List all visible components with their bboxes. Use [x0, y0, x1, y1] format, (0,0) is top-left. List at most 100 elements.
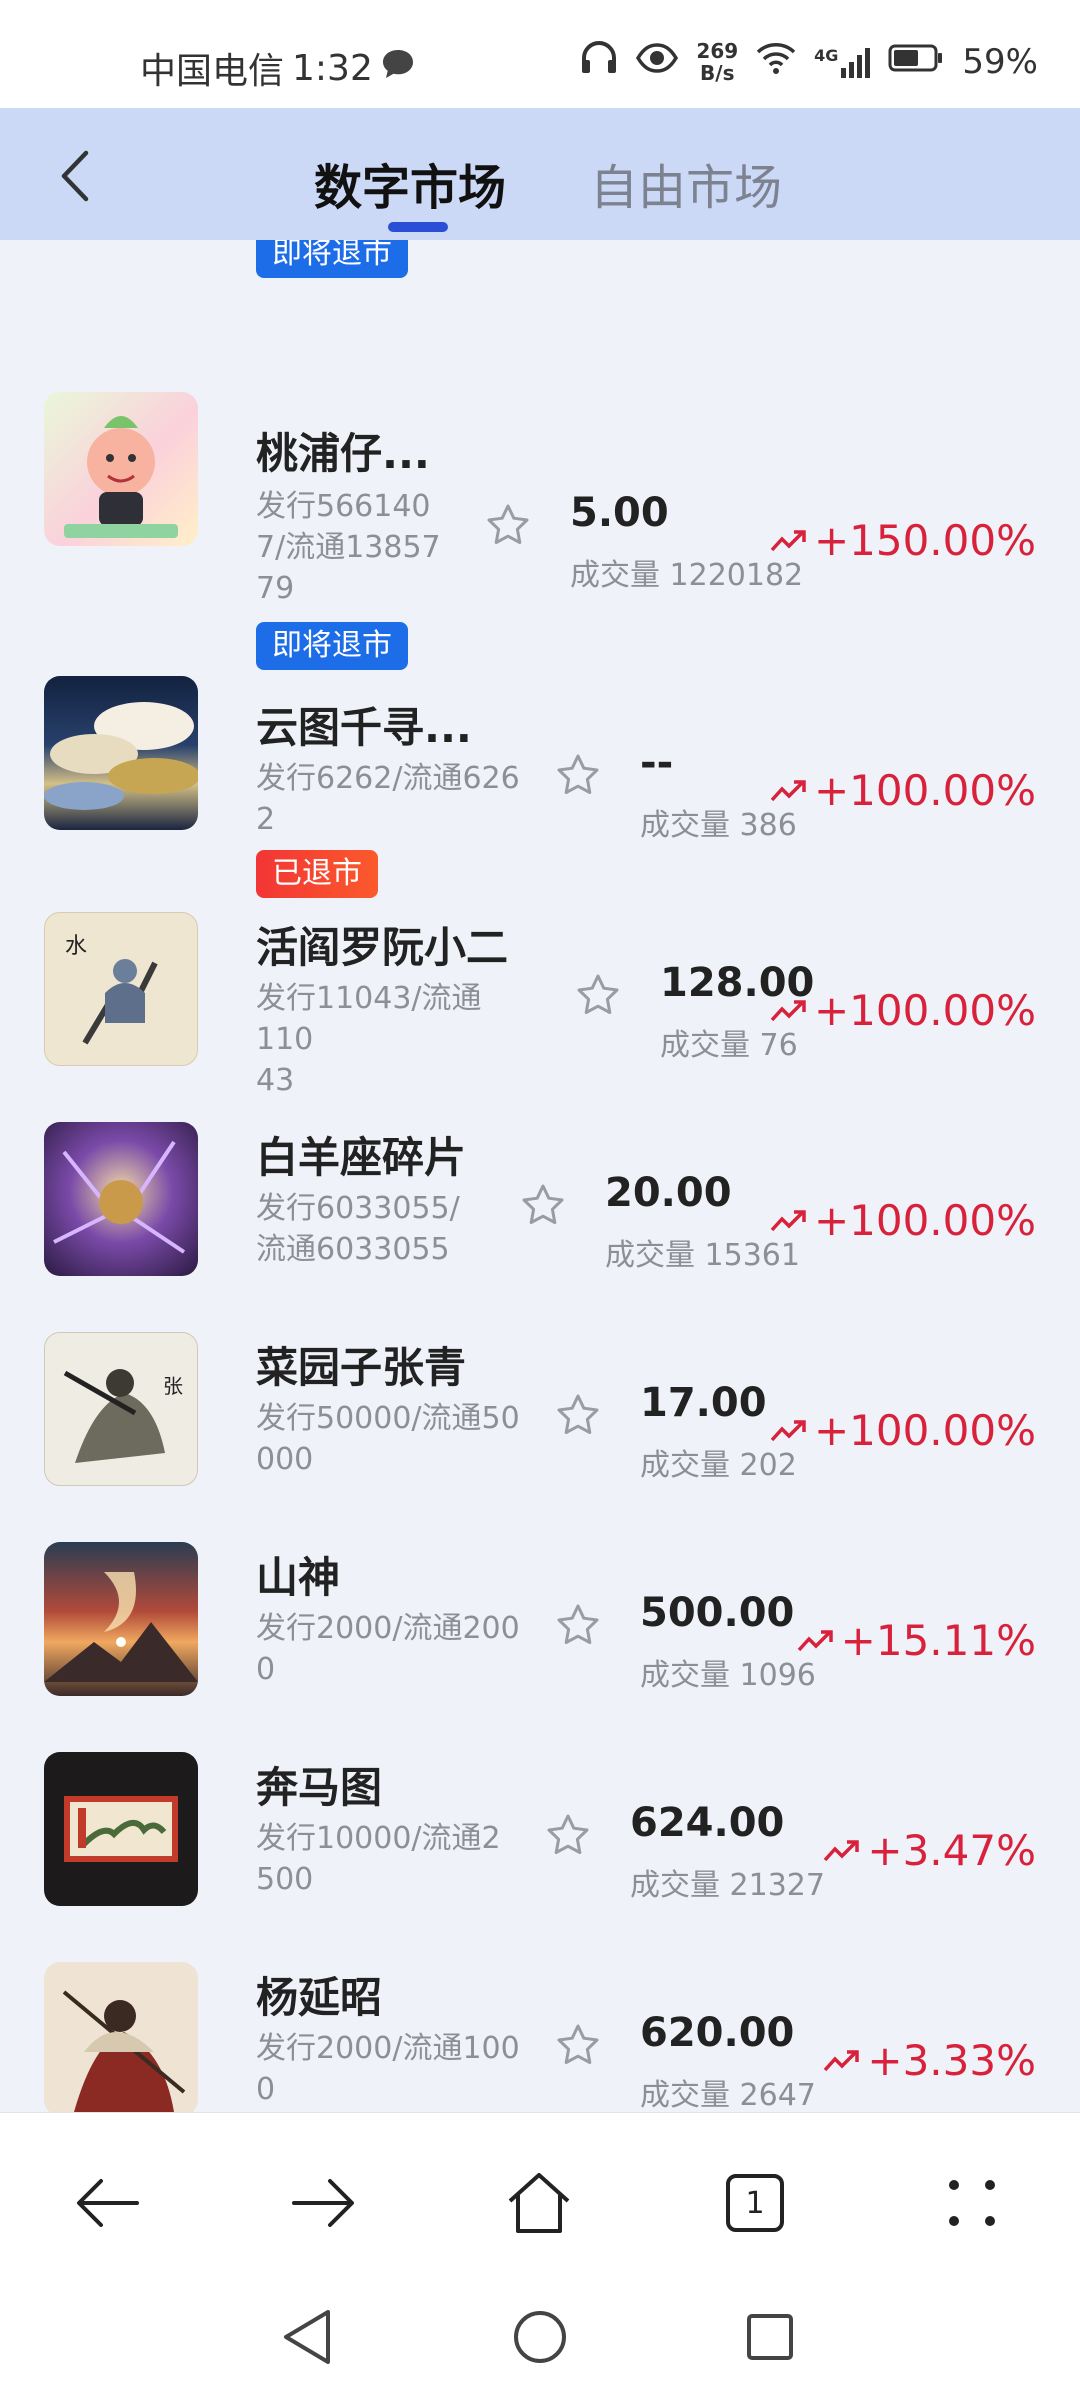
- item-change: +100.00%: [770, 1406, 1036, 1455]
- more-dots-icon: [949, 2180, 995, 2226]
- battery-level: 59%: [962, 42, 1038, 82]
- arrow-right-icon: [292, 2179, 354, 2227]
- wifi-icon: [756, 42, 796, 83]
- change-value: +100.00%: [813, 986, 1036, 1035]
- list-item[interactable]: 奔马图 发行10000/流通2 500 624.00 成交量 21327 +3.…: [0, 1716, 1080, 1926]
- system-back-button[interactable]: [272, 2302, 342, 2372]
- item-volume: 成交量 1096: [640, 1658, 816, 1693]
- home-icon: [508, 2173, 570, 2233]
- item-thumbnail: [44, 1962, 198, 2112]
- carrier-label: 中国电信: [140, 51, 285, 92]
- network-type: 4G: [814, 46, 839, 65]
- star-icon[interactable]: [555, 1392, 601, 1438]
- item-price: --: [640, 740, 674, 786]
- star-icon[interactable]: [555, 1602, 601, 1648]
- browser-home-button[interactable]: [499, 2163, 579, 2243]
- star-icon[interactable]: [545, 1812, 591, 1858]
- item-price: 17.00: [640, 1380, 767, 1426]
- star-icon[interactable]: [575, 972, 621, 1018]
- item-name: 云图千寻...: [256, 703, 472, 752]
- item-change: +100.00%: [770, 986, 1036, 1035]
- tab-digital-market[interactable]: 数字市场: [314, 148, 506, 218]
- list-item[interactable]: 白羊座碎片 发行6033055/ 流通6033055 20.00 成交量 153…: [0, 1086, 1080, 1296]
- item-thumbnail: [44, 392, 198, 546]
- star-icon[interactable]: [555, 752, 601, 798]
- tab-indicator: [388, 222, 448, 232]
- item-price: 624.00: [630, 1800, 785, 1846]
- square-recents-icon: [747, 2314, 793, 2360]
- battery-icon: [888, 42, 944, 82]
- trend-up-icon: [824, 2049, 860, 2071]
- item-thumbnail: [44, 1542, 198, 1696]
- browser-tabs-button[interactable]: 1: [715, 2163, 795, 2243]
- item-change: +150.00%: [770, 516, 1036, 565]
- system-navigation: [0, 2282, 1080, 2400]
- item-volume: 成交量 21327: [630, 1868, 825, 1903]
- trend-up-icon: [770, 529, 806, 551]
- item-price: 620.00: [640, 2010, 795, 2056]
- top-nav: 数字市场 自由市场: [0, 108, 1080, 240]
- headphones-icon: [580, 40, 618, 84]
- trend-up-icon: [770, 779, 806, 801]
- item-change: +100.00%: [770, 766, 1036, 815]
- eye-icon: [636, 42, 679, 82]
- circle-home-icon: [514, 2311, 566, 2363]
- list-item[interactable]: 杨延昭 发行2000/流通100 0 620.00 成交量 2647 +3.33…: [0, 1926, 1080, 2112]
- item-issue: 发行10000/流通2 500: [256, 1821, 501, 1897]
- tabs-count-icon: 1: [726, 2174, 784, 2232]
- change-value: +100.00%: [813, 1196, 1036, 1245]
- item-issue: 发行6262/流通626 2: [256, 761, 520, 837]
- svg-text:张: 张: [163, 1374, 183, 1398]
- tab-count: 1: [745, 2185, 765, 2221]
- browser-forward-button[interactable]: [283, 2163, 363, 2243]
- item-thumbnail: [44, 676, 198, 830]
- svg-text:水: 水: [65, 934, 87, 959]
- message-icon: [381, 48, 415, 89]
- trend-up-icon: [797, 1629, 833, 1651]
- item-thumbnail: [44, 1122, 198, 1276]
- net-speed-value: 269: [696, 39, 739, 63]
- item-volume: 成交量 1220182: [570, 558, 804, 593]
- browser-toolbar: 1: [0, 2112, 1080, 2282]
- item-thumbnail: [44, 1752, 198, 1906]
- system-home-button[interactable]: [505, 2302, 575, 2372]
- item-issue: 发行50000/流通50 000: [256, 1401, 520, 1477]
- system-recents-button[interactable]: [735, 2302, 805, 2372]
- browser-back-button[interactable]: [68, 2163, 148, 2243]
- item-issue: 发行11043/流通110 43: [256, 981, 482, 1098]
- list-item[interactable]: 山神 发行2000/流通200 0 500.00 成交量 1096 +15.11…: [0, 1506, 1080, 1716]
- change-value: +100.00%: [813, 766, 1036, 815]
- item-change: +15.11%: [797, 1616, 1036, 1665]
- clock: 1:32: [292, 47, 373, 89]
- star-icon[interactable]: [485, 502, 531, 548]
- item-change: +100.00%: [770, 1196, 1036, 1245]
- trend-up-icon: [770, 1209, 806, 1231]
- change-value: +150.00%: [813, 516, 1036, 565]
- change-value: +3.33%: [867, 2036, 1036, 2085]
- back-button[interactable]: [50, 148, 100, 204]
- status-right: 269 B/s 4G 59%: [580, 40, 1038, 84]
- star-icon[interactable]: [555, 2022, 601, 2068]
- trend-up-icon: [770, 999, 806, 1021]
- item-name: 菜园子张青: [256, 1343, 467, 1392]
- browser-menu-button[interactable]: [932, 2163, 1012, 2243]
- item-name: 活阎罗阮小二: [256, 923, 509, 972]
- item-issue: 发行6033055/ 流通6033055: [256, 1191, 460, 1267]
- list-item[interactable]: 云图千寻... 发行6262/流通626 2 已退市 -- 成交量 386 +1…: [0, 640, 1080, 898]
- item-price: 20.00: [605, 1170, 732, 1216]
- list-item[interactable]: 张 菜园子张青 发行50000/流通50 000 17.00 成交量 202 +…: [0, 1296, 1080, 1506]
- item-issue: 发行2000/流通100 0: [256, 2031, 520, 2107]
- triangle-back-icon: [284, 2310, 330, 2364]
- tab-free-market[interactable]: 自由市场: [590, 148, 782, 218]
- market-list: 即将退市 桃浦仔... 发行566140 7/流通13857 79 即将退市 5…: [0, 240, 1080, 2112]
- net-speed-unit: B/s: [700, 61, 735, 85]
- item-issue: 发行2000/流通200 0: [256, 1611, 520, 1687]
- item-name: 山神: [256, 1553, 341, 1602]
- change-value: +100.00%: [813, 1406, 1036, 1455]
- trend-up-icon: [770, 1419, 806, 1441]
- list-item[interactable]: 桃浦仔... 发行566140 7/流通13857 79 即将退市 5.00 成…: [0, 320, 1080, 670]
- status-left: 中国电信 1:32: [140, 42, 415, 94]
- list-item[interactable]: 水 活阎罗阮小二 发行11043/流通110 43 128.00 成交量 76 …: [0, 876, 1080, 1098]
- item-name: 白羊座碎片: [256, 1133, 467, 1182]
- star-icon[interactable]: [520, 1182, 566, 1228]
